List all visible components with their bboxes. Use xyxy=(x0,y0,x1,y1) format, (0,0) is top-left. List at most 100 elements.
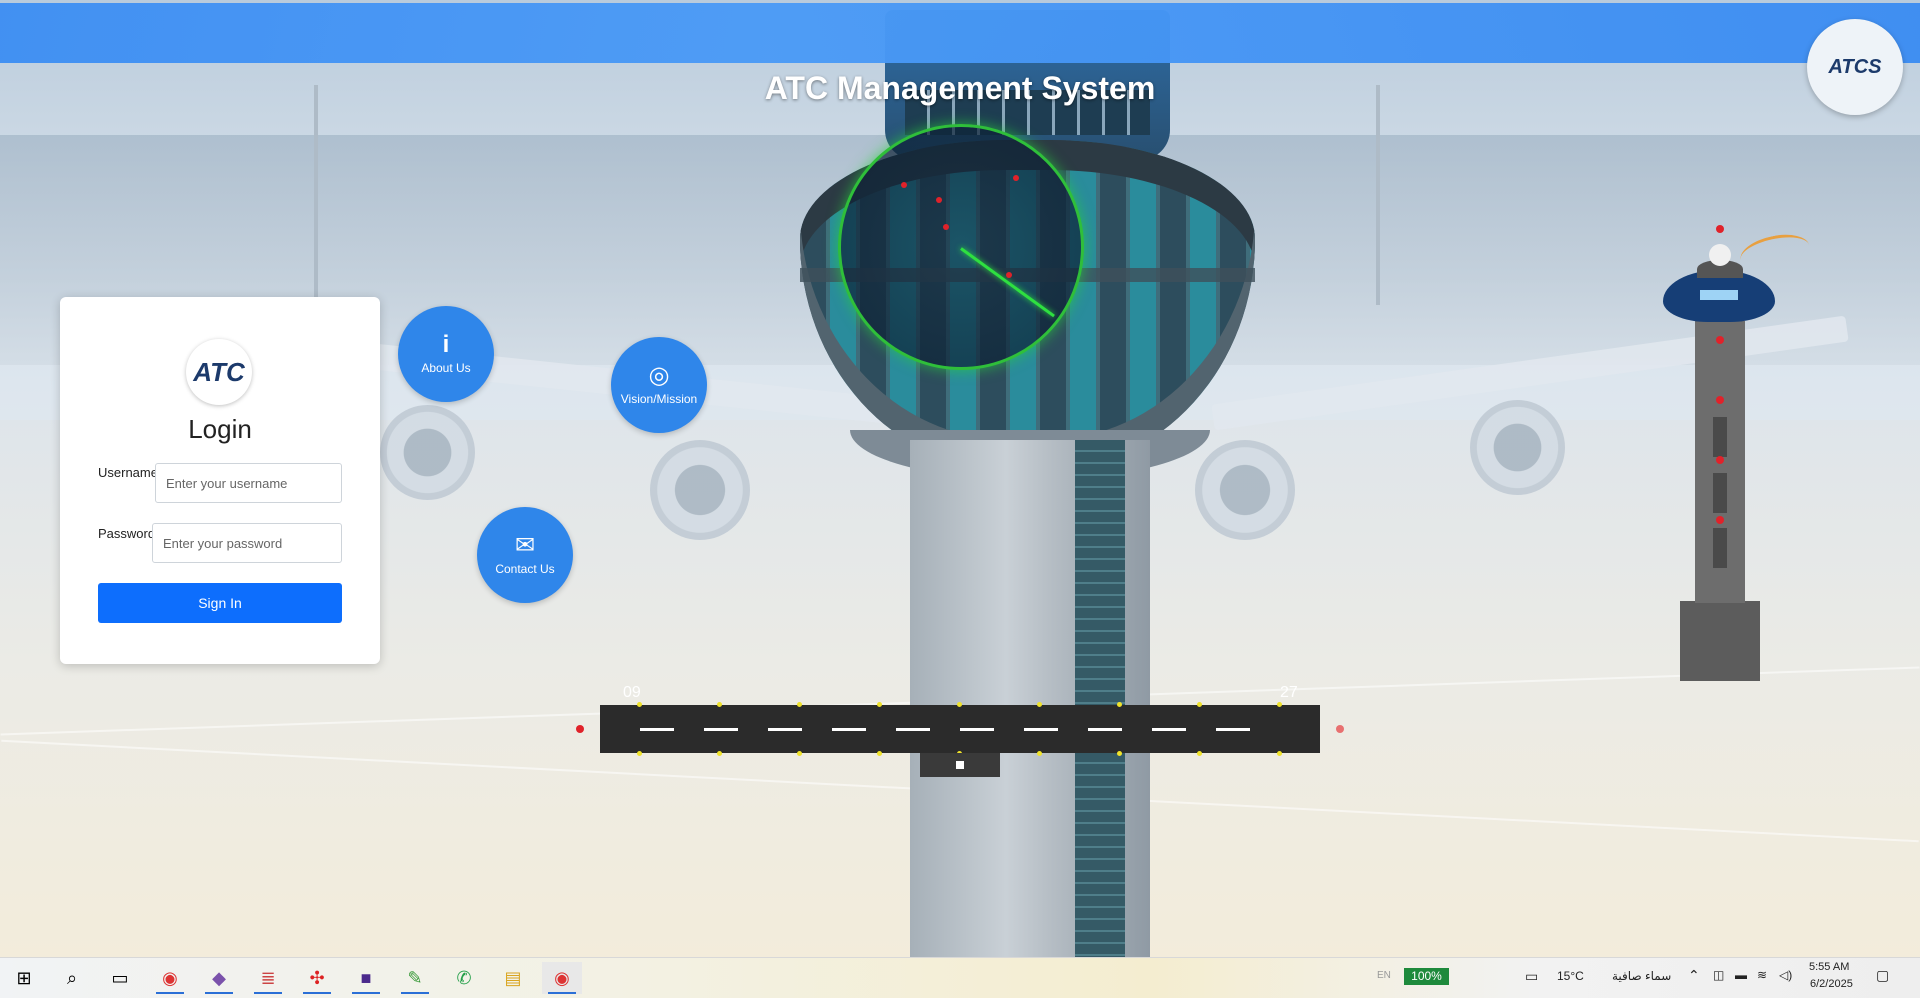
runway-edge-light xyxy=(957,702,962,707)
sign-in-button[interactable]: Sign In xyxy=(98,583,342,623)
runway-centerline-dash xyxy=(1152,728,1186,731)
page-title-text: ATC Management System xyxy=(764,70,1156,106)
visual-studio-icon[interactable]: ◆ xyxy=(199,962,239,994)
warning-light xyxy=(1716,225,1724,233)
password-label: Password xyxy=(98,526,156,541)
runway-edge-light xyxy=(637,751,642,756)
runway-end-light xyxy=(576,725,584,733)
battery-percentage-badge[interactable]: 100% xyxy=(1404,968,1449,985)
weather-icon: ▭ xyxy=(1525,968,1539,984)
runway-end-light xyxy=(1336,725,1344,733)
network-tool-icon[interactable]: ✣ xyxy=(297,962,337,994)
login-logo: ATC xyxy=(186,339,252,405)
volume-icon[interactable]: ◁) xyxy=(1779,968,1792,982)
runway-centerline-dash xyxy=(640,728,674,731)
runway-centerline-dash xyxy=(1216,728,1250,731)
runway-edge-light xyxy=(1117,751,1122,756)
runway-edge-light xyxy=(1277,751,1282,756)
runway-edge-light xyxy=(1197,751,1202,756)
username-input[interactable] xyxy=(155,463,342,503)
file-explorer-icon[interactable]: ▤ xyxy=(493,962,533,994)
light-mast xyxy=(314,85,318,305)
envelope-icon: ✉ xyxy=(514,532,536,559)
runway-edge-light xyxy=(1277,702,1282,707)
about-us-button[interactable]: i About Us xyxy=(398,306,494,402)
tower-window xyxy=(1713,528,1727,568)
radar-blip xyxy=(943,224,949,230)
radar-blip xyxy=(901,182,907,188)
tower-window xyxy=(1713,473,1727,513)
runway-centerline-dash xyxy=(896,728,930,731)
runway-centerline-dash xyxy=(704,728,738,731)
task-view-icon[interactable]: ▭ xyxy=(100,962,140,994)
start-icon[interactable]: ⊞ xyxy=(4,962,44,994)
tower-base xyxy=(1680,601,1760,681)
runway-edge-light xyxy=(637,702,642,707)
runway-edge-light xyxy=(797,702,802,707)
runway-edge-light xyxy=(1037,751,1042,756)
contact-us-label: Contact Us xyxy=(495,562,555,576)
aircraft-engine xyxy=(380,405,475,500)
warning-light xyxy=(1716,516,1724,524)
search-icon[interactable]: ⌕ xyxy=(52,962,92,994)
clock-time[interactable]: 5:55 AM xyxy=(1809,961,1849,973)
meet-icon[interactable]: ◫ xyxy=(1713,968,1724,982)
runway-centerline-dash xyxy=(1024,728,1058,731)
runway-edge-light xyxy=(877,702,882,707)
runway-edge-light xyxy=(1037,702,1042,707)
aircraft-engine xyxy=(1470,400,1565,495)
atcs-logo[interactable]: ATCS xyxy=(1807,19,1903,115)
runway-centerline-dash xyxy=(768,728,802,731)
chevron-up-icon[interactable]: ⌃ xyxy=(1688,967,1700,984)
atcs-logo-text: ATCS xyxy=(1828,55,1882,78)
radar-blip xyxy=(936,197,942,203)
info-icon: i xyxy=(442,331,450,358)
aircraft-engine xyxy=(650,440,750,540)
clock-date[interactable]: 6/2/2025 xyxy=(1810,978,1853,990)
radar-sweep-line xyxy=(960,247,1055,318)
vision-mission-button[interactable]: ◎ Vision/Mission xyxy=(611,337,707,433)
vision-mission-label: Vision/Mission xyxy=(620,392,698,406)
runway-edge-light xyxy=(877,751,882,756)
runway-edge-light xyxy=(717,702,722,707)
runway-edge-light xyxy=(717,751,722,756)
runway-centerline-dash xyxy=(832,728,866,731)
chrome-icon[interactable]: ◉ xyxy=(150,962,190,994)
radar-dome-icon xyxy=(1709,244,1731,266)
battery-icon[interactable]: ▬ xyxy=(1735,968,1747,982)
runway-edge-light xyxy=(797,751,802,756)
media-app-icon[interactable]: ■ xyxy=(346,962,386,994)
runway-number-right: 27 xyxy=(1280,684,1298,701)
runway-centerline-dash xyxy=(960,728,994,731)
runway xyxy=(600,702,1320,756)
username-label: Username xyxy=(98,465,158,480)
radar-blip xyxy=(1013,175,1019,181)
tower-cab-window xyxy=(1700,290,1738,300)
notification-icon[interactable]: ▢ xyxy=(1876,967,1889,984)
whatsapp-icon[interactable]: ✆ xyxy=(444,962,484,994)
runway-edge-light xyxy=(1117,702,1122,707)
chrome-active-icon[interactable]: ◉ xyxy=(542,962,582,994)
contact-us-button[interactable]: ✉ Contact Us xyxy=(477,507,573,603)
notepad-icon[interactable]: ✎ xyxy=(395,962,435,994)
tower-glass-strip xyxy=(1075,440,1125,957)
top-header-bar xyxy=(0,3,1920,63)
database-tool-icon[interactable]: ≣ xyxy=(248,962,288,994)
radar-blip xyxy=(1006,272,1012,278)
login-card: ATC Login Username Password Sign In xyxy=(60,297,380,664)
temperature[interactable]: 15°C xyxy=(1557,969,1584,983)
language-indicator[interactable]: EN xyxy=(1377,970,1391,981)
tower-window xyxy=(1713,417,1727,457)
aircraft-engine xyxy=(1195,440,1295,540)
radar-display xyxy=(838,124,1084,370)
weather-description[interactable]: سماء صافية xyxy=(1612,969,1671,983)
runway-number-left: 09 xyxy=(623,684,641,701)
wifi-icon[interactable]: ≋ xyxy=(1757,968,1767,982)
page-title: ATC Management System xyxy=(0,70,1920,107)
warning-light xyxy=(1716,396,1724,404)
runway-edge-light xyxy=(1197,702,1202,707)
taxiway-connector xyxy=(920,753,1000,777)
runway-centerline-dash xyxy=(1088,728,1122,731)
password-input[interactable] xyxy=(152,523,342,563)
light-mast xyxy=(1376,85,1380,305)
